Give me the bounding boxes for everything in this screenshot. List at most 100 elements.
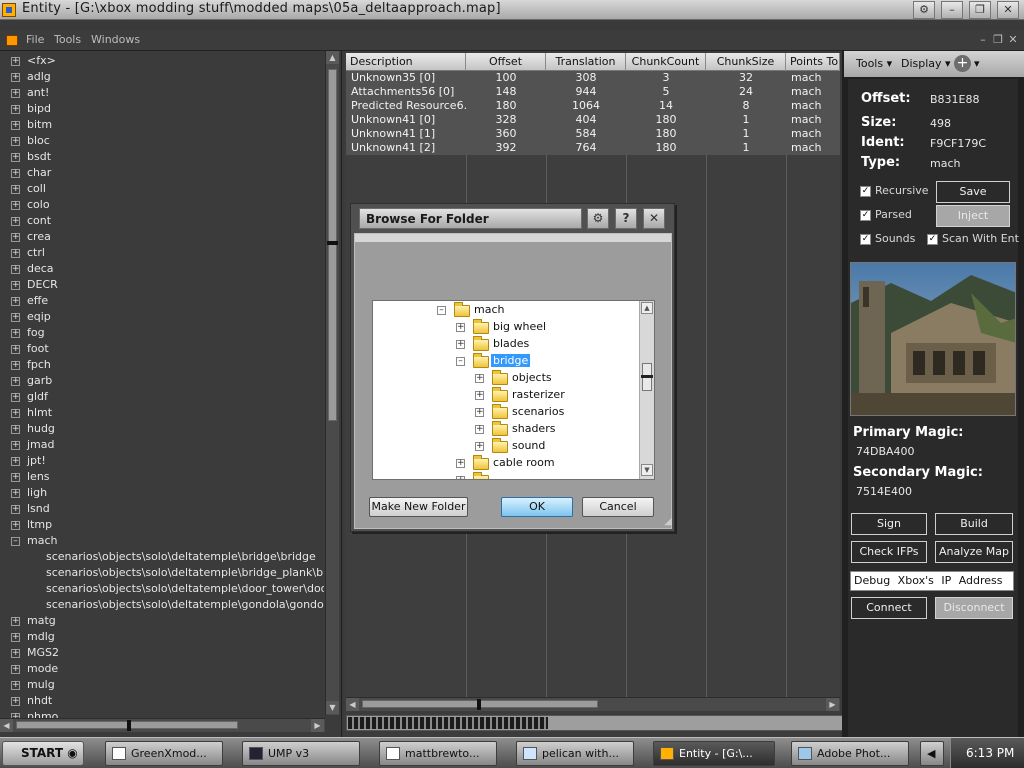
collapse-icon[interactable]: – <box>437 306 446 315</box>
parsed-checkbox[interactable]: ✓ <box>860 210 871 221</box>
tree-node[interactable]: + bitm <box>0 117 324 133</box>
table-row[interactable]: Unknown41 [2] 392 764 180 1 mach <box>346 141 840 155</box>
expand-icon[interactable]: + <box>475 442 484 451</box>
tree-node[interactable]: + mdlg <box>0 629 324 645</box>
inject-button[interactable]: Inject <box>936 205 1010 227</box>
tag-tree-vscroll[interactable]: ▲ ▼ <box>325 51 339 715</box>
expand-icon[interactable]: + <box>11 681 20 690</box>
expand-icon[interactable]: + <box>11 377 20 386</box>
expand-icon[interactable]: + <box>11 249 20 258</box>
tree-node[interactable]: + char <box>0 165 324 181</box>
expand-icon[interactable]: + <box>11 649 20 658</box>
expand-icon[interactable]: + <box>11 473 20 482</box>
tree-node[interactable]: + jmad <box>0 437 324 453</box>
expand-icon[interactable]: + <box>11 457 20 466</box>
expand-icon[interactable]: + <box>11 409 20 418</box>
tree-node[interactable]: + fog <box>0 325 324 341</box>
tree-node[interactable]: + ltmp <box>0 517 324 533</box>
expand-icon[interactable]: + <box>11 489 20 498</box>
tree-leaf-item[interactable]: scenarios\objects\solo\deltatemple\gondo… <box>0 597 324 613</box>
table-row[interactable]: Predicted Resource6... 180 1064 14 8 mach <box>346 99 840 113</box>
tree-node[interactable]: + foot <box>0 341 324 357</box>
tools-dropdown[interactable]: Tools ▾ <box>856 57 892 70</box>
tree-node[interactable]: + gldf <box>0 389 324 405</box>
expand-icon[interactable]: + <box>456 340 465 349</box>
tree-node[interactable]: + bloc <box>0 133 324 149</box>
scroll-right-arrow-icon[interactable]: ▶ <box>826 698 839 711</box>
start-button[interactable]: START ◉ <box>2 741 84 766</box>
folder-tree[interactable]: – mach + big wheel + blades – bridge + o… <box>372 300 655 480</box>
collapse-icon[interactable]: – <box>11 537 20 546</box>
tree-node[interactable]: + bipd <box>0 101 324 117</box>
dialog-help-icon[interactable]: ? <box>615 208 637 229</box>
sign-button[interactable]: Sign <box>851 513 927 535</box>
build-button[interactable]: Build <box>935 513 1013 535</box>
table-row[interactable]: Unknown35 [0] 100 308 3 32 mach <box>346 71 840 85</box>
scan-with-ent-checkbox[interactable]: ✓ <box>927 234 938 245</box>
mdi-restore-button[interactable]: ❐ <box>991 33 1005 47</box>
expand-icon[interactable]: + <box>11 425 20 434</box>
expand-icon[interactable]: + <box>11 137 20 146</box>
expand-icon[interactable]: + <box>11 121 20 130</box>
expand-icon[interactable]: + <box>11 153 20 162</box>
tree-node[interactable]: + ctrl <box>0 245 324 261</box>
col-translation[interactable]: Translation <box>546 53 626 71</box>
expand-icon[interactable]: + <box>11 57 20 66</box>
table-row[interactable]: Attachments56 [0] 148 944 5 24 mach <box>346 85 840 99</box>
menu-file[interactable]: File <box>26 33 44 46</box>
recursive-checkbox[interactable]: ✓ <box>860 186 871 197</box>
task-ump[interactable]: UMP v3 <box>242 741 360 766</box>
tree-node[interactable]: + lsnd <box>0 501 324 517</box>
task-pelican[interactable]: pelican with... <box>516 741 634 766</box>
expand-icon[interactable]: + <box>11 665 20 674</box>
expand-icon[interactable]: + <box>11 169 20 178</box>
expand-icon[interactable]: + <box>11 505 20 514</box>
scroll-left-arrow-icon[interactable]: ◀ <box>0 719 13 732</box>
tree-node[interactable]: + matg <box>0 613 324 629</box>
tree-node[interactable]: + MGS2 <box>0 645 324 661</box>
tree-node[interactable]: + <fx> <box>0 53 324 69</box>
tree-node[interactable]: – mach <box>0 533 324 549</box>
task-mattbrewto[interactable]: mattbrewto... <box>379 741 497 766</box>
task-greenxmod[interactable]: GreenXmod... <box>105 741 223 766</box>
tree-node[interactable]: + fpch <box>0 357 324 373</box>
debug-ip-field[interactable]: Debug Xbox's IP Address <box>850 571 1014 591</box>
tree-node[interactable]: + hlmt <box>0 405 324 421</box>
expand-icon[interactable]: + <box>11 105 20 114</box>
tree-leaf-item[interactable]: scenarios\objects\solo\deltatemple\bridg… <box>0 565 324 581</box>
tree-node[interactable]: + mode <box>0 661 324 677</box>
dialog-settings-icon[interactable]: ⚙ <box>587 208 609 229</box>
expand-icon[interactable]: + <box>11 185 20 194</box>
check-ifps-button[interactable]: Check IFPs <box>851 541 927 563</box>
collapse-icon[interactable]: – <box>456 357 465 366</box>
tree-node[interactable]: + colo <box>0 197 324 213</box>
add-dropdown-chevron-icon[interactable]: ▾ <box>974 57 980 70</box>
col-offset[interactable]: Offset <box>466 53 546 71</box>
tree-node[interactable]: + cont <box>0 213 324 229</box>
scroll-right-arrow-icon[interactable]: ▶ <box>311 719 324 732</box>
scroll-down-arrow-icon[interactable]: ▼ <box>326 701 339 714</box>
expand-icon[interactable]: + <box>11 345 20 354</box>
mdi-minimize-button[interactable]: – <box>976 33 990 47</box>
folder-tree-vscroll[interactable]: ▲ ▼ <box>639 301 654 479</box>
expand-icon[interactable]: + <box>11 297 20 306</box>
menu-windows[interactable]: Windows <box>91 33 140 46</box>
expand-icon[interactable]: + <box>11 393 20 402</box>
dialog-titlebar[interactable]: Browse For Folder <box>359 208 582 229</box>
tree-node[interactable]: + hudg <box>0 421 324 437</box>
tree-node[interactable]: + coll <box>0 181 324 197</box>
col-description[interactable]: Description <box>346 53 466 71</box>
tree-node[interactable]: + nhdt <box>0 693 324 709</box>
expand-icon[interactable]: + <box>11 73 20 82</box>
cancel-button[interactable]: Cancel <box>582 497 654 517</box>
add-plugin-icon[interactable]: + <box>954 55 971 72</box>
expand-icon[interactable]: + <box>11 329 20 338</box>
tree-node[interactable]: + eqip <box>0 309 324 325</box>
tree-node[interactable]: + crea <box>0 229 324 245</box>
dialog-close-icon[interactable]: ✕ <box>643 208 665 229</box>
sounds-checkbox[interactable]: ✓ <box>860 234 871 245</box>
resize-grip-icon[interactable]: ◢ <box>660 517 672 529</box>
mdi-child-icon[interactable] <box>6 35 18 46</box>
expand-icon[interactable]: + <box>11 633 20 642</box>
menu-tools[interactable]: Tools <box>54 33 81 46</box>
